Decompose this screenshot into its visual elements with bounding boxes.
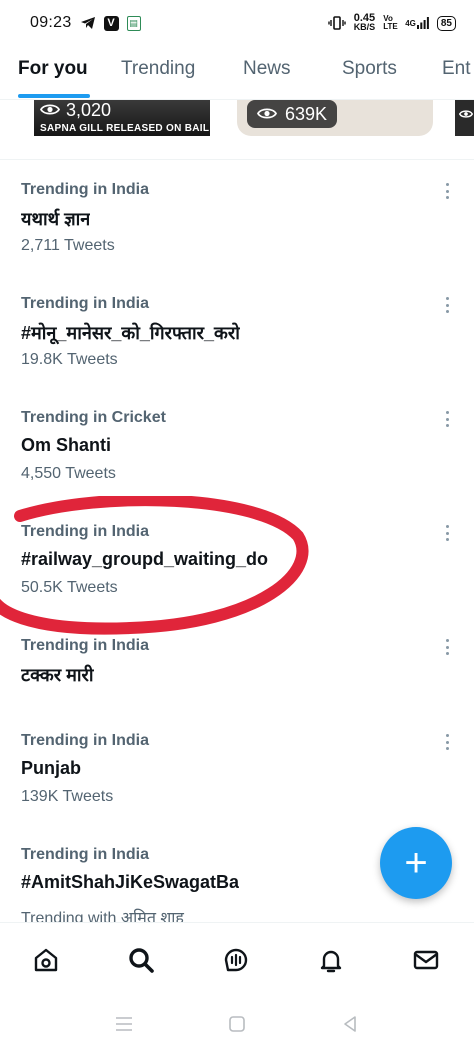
trend-name: यथार्थ ज्ञान	[21, 209, 91, 229]
thumbnail-1-view-count: 3,020	[66, 100, 112, 120]
messages-icon[interactable]	[411, 945, 441, 975]
trend-context: Trending in India	[21, 523, 149, 540]
trend-context: Trending in India	[21, 846, 149, 863]
notification-app-icon: ▤	[126, 15, 141, 31]
video-thumbnail-1[interactable]: 3,020 SAPNA GILL RELEASED ON BAIL	[34, 100, 210, 136]
app-v-icon: V	[103, 15, 119, 31]
video-thumbnail-3[interactable]	[455, 100, 474, 136]
back-icon[interactable]	[340, 1014, 360, 1034]
tab-sports[interactable]: Sports	[342, 58, 397, 80]
trend-name: टक्कर मारी	[21, 665, 94, 685]
more-options-icon[interactable]	[439, 732, 455, 752]
trend-name: #मोनू_मानेसर_को_गिरफ्तार_करो	[21, 323, 240, 343]
trend-name: Om Shanti	[21, 435, 112, 455]
menu-icon[interactable]	[114, 1014, 134, 1034]
thumbnail-2-views: 639K	[247, 100, 338, 128]
trend-tweet-count: 50.5K Tweets	[21, 579, 118, 596]
video-thumbnail-2[interactable]: 639K	[237, 100, 433, 136]
spaces-icon[interactable]	[221, 945, 251, 975]
signal-type: 4G	[405, 18, 416, 28]
more-options-icon[interactable]	[439, 295, 455, 315]
more-options-icon[interactable]	[439, 523, 455, 543]
trend-name: #AmitShahJiKeSwagatBa	[21, 872, 240, 892]
search-icon[interactable]	[126, 945, 156, 975]
compose-tweet-button[interactable]: +	[380, 827, 452, 899]
thumbnail-1-caption: SAPNA GILL RELEASED ON BAIL	[40, 123, 210, 134]
status-right: 0.45 KB/S Vo LTE 4G 85	[327, 13, 456, 32]
trend-context: Trending in India	[21, 295, 149, 312]
trend-context: Trending in India	[21, 181, 149, 198]
thumbnail-2-view-count: 639K	[285, 103, 328, 124]
trend-tweet-count: 19.8K Tweets	[21, 351, 118, 368]
trend-context: Trending in Cricket	[21, 409, 166, 426]
network-speed-unit: KB/S	[353, 22, 376, 32]
network-speed: 0.45 KB/S	[353, 13, 376, 32]
status-time: 09:23	[30, 14, 72, 31]
tab-entertainment[interactable]: Ent	[442, 58, 471, 80]
eye-icon	[458, 106, 474, 124]
status-bar: 09:23 V ▤ 0.45 KB/S Vo LTE 4G 85	[0, 0, 474, 46]
trend-item[interactable]: Trending in India #railway_groupd_waitin…	[0, 523, 474, 637]
trend-tweet-count: 139K Tweets	[21, 788, 114, 805]
eye-icon	[256, 104, 278, 125]
trend-name: Punjab	[21, 758, 82, 778]
tab-for-you[interactable]: For you	[18, 58, 88, 80]
tab-news[interactable]: News	[243, 58, 291, 80]
telegram-icon	[80, 16, 96, 30]
explore-tabs: For you Trending News Sports Ent	[0, 46, 474, 100]
home-icon[interactable]	[31, 945, 61, 975]
more-options-icon[interactable]	[439, 637, 455, 657]
tab-trending[interactable]: Trending	[121, 58, 195, 80]
home-square-icon[interactable]	[227, 1014, 247, 1034]
trend-item[interactable]: Trending in Cricket Om Shanti 4,550 Twee…	[0, 409, 474, 523]
volte-indicator: Vo LTE	[383, 14, 398, 31]
trend-context: Trending in India	[21, 732, 149, 749]
trend-context: Trending in India	[21, 637, 149, 654]
more-options-icon[interactable]	[439, 409, 455, 429]
vibrate-icon	[327, 16, 346, 30]
trend-name: #railway_groupd_waiting_do	[21, 549, 269, 569]
system-navigation	[0, 996, 474, 1053]
thumbnail-1-views: 3,020	[39, 100, 112, 121]
status-left: 09:23 V ▤	[30, 14, 141, 32]
trend-tweet-count: 2,711 Tweets	[21, 237, 115, 254]
eye-icon	[39, 100, 61, 121]
bottom-navigation	[0, 922, 474, 994]
signal-icon: 4G	[405, 17, 429, 29]
notifications-icon[interactable]	[316, 945, 346, 975]
trend-item[interactable]: Trending in India #मोनू_मानेसर_को_गिरफ्त…	[0, 295, 474, 409]
active-tab-indicator	[18, 94, 90, 98]
more-options-icon[interactable]	[439, 181, 455, 201]
trend-tweet-count: 4,550 Tweets	[21, 465, 116, 482]
media-carousel: 3,020 SAPNA GILL RELEASED ON BAIL 639K	[0, 100, 474, 160]
battery-indicator: 85	[436, 15, 456, 31]
trend-item[interactable]: Trending in India यथार्थ ज्ञान 2,711 Twe…	[0, 181, 474, 295]
